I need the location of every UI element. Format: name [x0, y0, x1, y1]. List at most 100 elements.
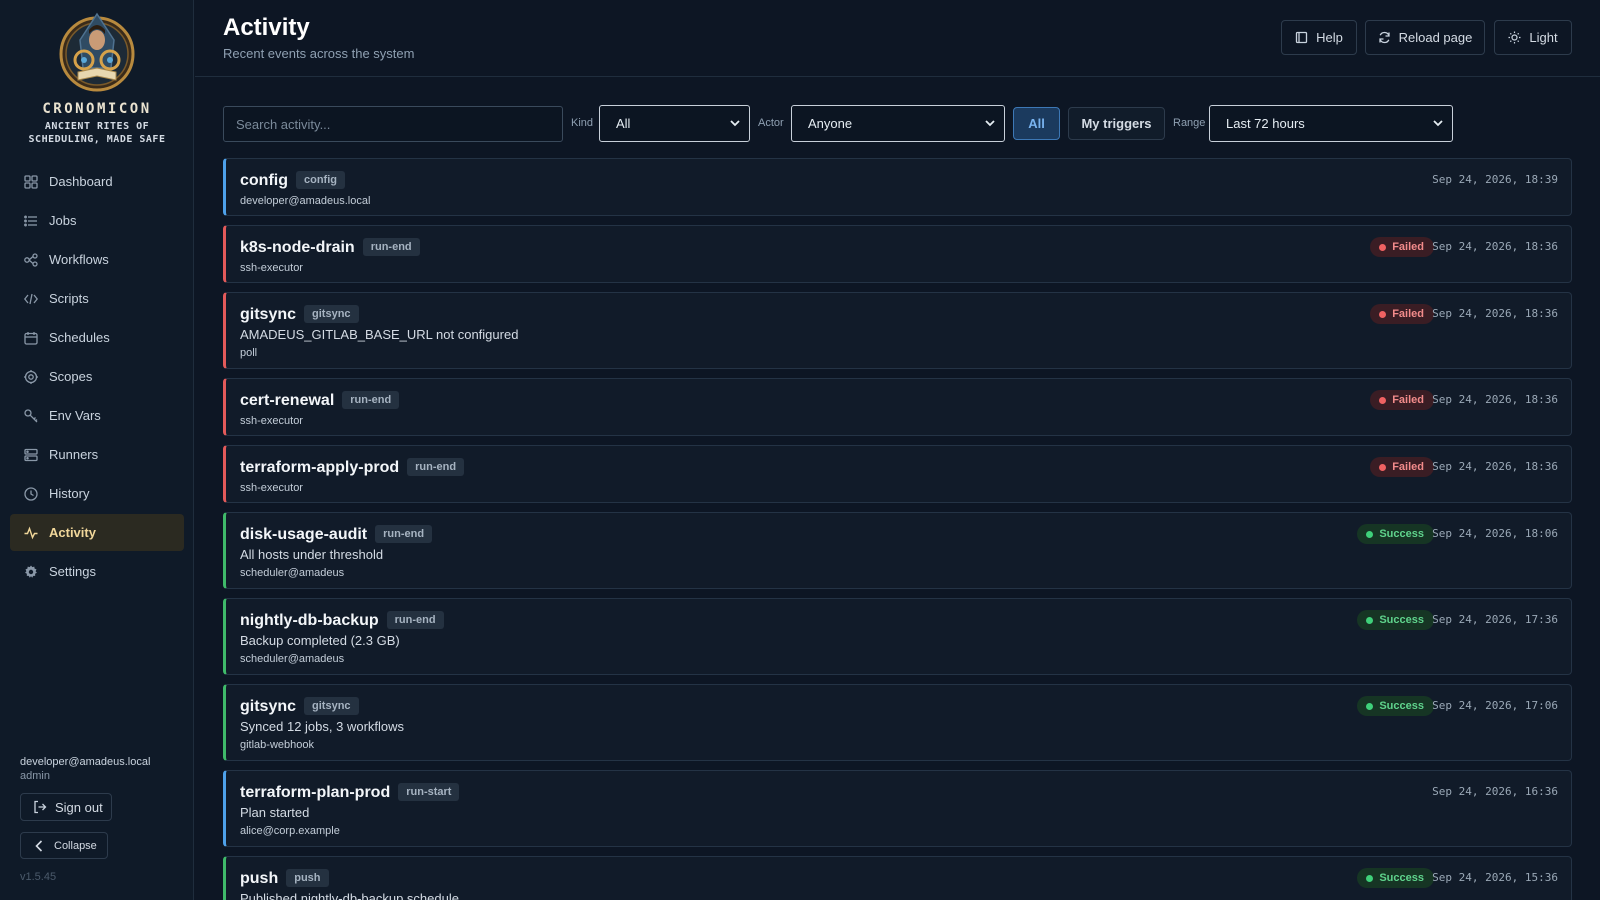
- chevron-down-icon: [1432, 117, 1444, 129]
- sidebar-item-schedules[interactable]: Schedules: [10, 319, 184, 356]
- actor-select[interactable]: Anyone: [791, 105, 1005, 142]
- collapse-button[interactable]: Collapse: [20, 832, 108, 859]
- event-name-row: gitsync gitsync: [240, 697, 359, 716]
- event-name-row: k8s-node-drain run-end: [240, 238, 420, 257]
- activity-card[interactable]: config config developer@amadeus.local Sep 2…: [223, 158, 1572, 216]
- event-name: gitsync: [240, 698, 297, 715]
- activity-card[interactable]: gitsync gitsync AMADEUS_GITLAB_BASE_URL no…: [223, 292, 1572, 369]
- page-title: Activity: [223, 14, 310, 41]
- event-timestamp: Sep 24, 2026, 18:06: [1432, 527, 1558, 540]
- sun-icon: [1508, 31, 1521, 44]
- status-badge: Failed: [1370, 237, 1434, 257]
- app-version: v1.5.45: [20, 871, 57, 883]
- event-actor: developer@amadeus.local: [240, 195, 371, 207]
- activity-card[interactable]: terraform-plan-prod run-start Plan started…: [223, 770, 1572, 847]
- kind-filter-label: Kind: [571, 117, 594, 129]
- filter-my-triggers-button[interactable]: My triggers: [1068, 107, 1165, 140]
- event-name: config: [240, 172, 288, 189]
- sidebar-item-activity[interactable]: Activity: [10, 514, 184, 551]
- status-dot-icon: [1366, 530, 1374, 538]
- activity-card[interactable]: gitsync gitsync Synced 12 jobs, 3 workflow…: [223, 684, 1572, 761]
- status-dot-icon: [1366, 874, 1374, 882]
- filter-all-button[interactable]: All: [1013, 107, 1060, 140]
- event-timestamp: Sep 24, 2026, 17:36: [1432, 613, 1558, 626]
- event-actor: scheduler@amadeus: [240, 653, 345, 665]
- reload-page-button[interactable]: Reload page: [1365, 20, 1485, 55]
- actor-filter-label: Actor: [758, 117, 784, 129]
- status-label: Failed: [1392, 461, 1424, 473]
- sidebar-item-runners[interactable]: Runners: [10, 436, 184, 473]
- event-name-row: nightly-db-backup run-end: [240, 611, 444, 630]
- sidebar-item-dashboard[interactable]: Dashboard: [10, 163, 184, 200]
- activity-card[interactable]: k8s-node-drain run-end ssh-executor Failed S…: [223, 225, 1572, 283]
- help-label: Help: [1316, 30, 1343, 45]
- status-badge: Failed: [1370, 457, 1434, 477]
- target-icon: [23, 369, 38, 384]
- sidebar-item-label: Activity: [49, 525, 96, 540]
- kind-select[interactable]: All: [599, 105, 750, 142]
- event-timestamp: Sep 24, 2026, 18:36: [1432, 460, 1558, 473]
- event-actor: poll: [240, 347, 258, 359]
- chevron-down-icon: [984, 117, 996, 129]
- event-kind-tag: push: [286, 869, 329, 887]
- code-icon: [23, 291, 38, 306]
- event-name: terraform-apply-prod: [240, 459, 400, 476]
- event-message: Plan started: [240, 805, 310, 820]
- sidebar-item-scripts[interactable]: Scripts: [10, 280, 184, 317]
- event-message: Backup completed (2.3 GB): [240, 633, 400, 648]
- event-timestamp: Sep 24, 2026, 16:36: [1432, 785, 1558, 798]
- activity-card[interactable]: terraform-apply-prod run-end ssh-executor F…: [223, 445, 1572, 503]
- sidebar-item-label: Settings: [49, 564, 96, 579]
- event-name-row: terraform-apply-prod run-end: [240, 458, 465, 477]
- sidebar-item-settings[interactable]: Settings: [10, 553, 184, 590]
- event-actor: ssh-executor: [240, 262, 303, 274]
- gear-icon: [23, 564, 38, 579]
- chevron-left-icon: [35, 839, 43, 852]
- sign-out-button[interactable]: Sign out: [20, 793, 112, 821]
- sidebar-item-jobs[interactable]: Jobs: [10, 202, 184, 239]
- range-select-value: Last 72 hours: [1226, 116, 1305, 131]
- sidebar-item-label: Schedules: [49, 330, 110, 345]
- key-icon: [23, 408, 38, 423]
- event-timestamp: Sep 24, 2026, 18:36: [1432, 393, 1558, 406]
- sidebar-item-history[interactable]: History: [10, 475, 184, 512]
- event-name: k8s-node-drain: [240, 239, 355, 256]
- event-timestamp: Sep 24, 2026, 18:36: [1432, 307, 1558, 320]
- activity-card[interactable]: cert-renewal run-end ssh-executor Failed Sep…: [223, 378, 1572, 436]
- calendar-icon: [23, 330, 38, 345]
- event-actor: ssh-executor: [240, 415, 303, 427]
- event-name-row: terraform-plan-prod run-start: [240, 783, 460, 802]
- activity-card[interactable]: disk-usage-audit run-end All hosts under t…: [223, 512, 1572, 589]
- theme-toggle-button[interactable]: Light: [1494, 20, 1572, 55]
- status-dot-icon: [1379, 310, 1387, 318]
- event-kind-tag: run-start: [398, 783, 460, 801]
- search-input[interactable]: [223, 106, 563, 142]
- event-message: All hosts under threshold: [240, 547, 384, 562]
- event-kind-tag: gitsync: [304, 697, 359, 715]
- sign-out-label: Sign out: [55, 799, 103, 815]
- event-name: cert-renewal: [240, 392, 335, 409]
- activity-card[interactable]: nightly-db-backup run-end Backup completed…: [223, 598, 1572, 675]
- brand-name: CRONOMICON: [42, 101, 152, 117]
- range-select[interactable]: Last 72 hours: [1209, 105, 1453, 142]
- event-name-row: push push: [240, 869, 329, 888]
- user-email: developer@amadeus.local: [20, 756, 151, 768]
- event-name: nightly-db-backup: [240, 612, 379, 629]
- sidebar-item-scopes[interactable]: Scopes: [10, 358, 184, 395]
- sidebar-item-env-vars[interactable]: Env Vars: [10, 397, 184, 434]
- event-name-row: disk-usage-audit run-end: [240, 525, 433, 544]
- collapse-label: Collapse: [54, 839, 97, 852]
- sidebar-item-label: Env Vars: [49, 408, 101, 423]
- event-kind-tag: run-end: [375, 525, 433, 543]
- activity-card[interactable]: push push Published nightly-db-backup sche…: [223, 856, 1572, 900]
- range-filter-label: Range: [1173, 117, 1206, 129]
- sidebar-item-label: Workflows: [49, 252, 109, 267]
- status-label: Success: [1379, 528, 1424, 540]
- sidebar: CRONOMICON ANCIENT RITES OF SCHEDULING, …: [0, 0, 194, 900]
- brand-tagline: ANCIENT RITES OF SCHEDULING, MADE SAFE: [28, 121, 166, 145]
- sidebar-item-workflows[interactable]: Workflows: [10, 241, 184, 278]
- clock-icon: [23, 486, 38, 501]
- event-name-row: gitsync gitsync: [240, 305, 359, 324]
- event-actor: gitlab-webhook: [240, 739, 314, 751]
- help-button[interactable]: Help: [1281, 20, 1357, 55]
